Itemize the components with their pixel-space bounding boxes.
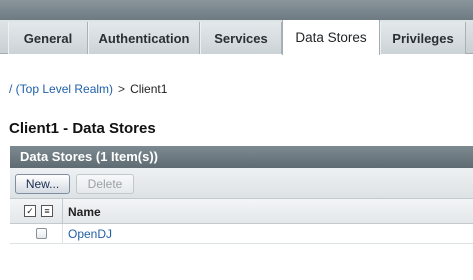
new-button[interactable]: New...	[15, 174, 70, 194]
row-checkbox-cell	[10, 224, 63, 244]
table-header: ✓ ≡ Name	[10, 199, 473, 224]
data-stores-toolbar: New... Delete	[10, 168, 473, 199]
deselect-all-icon[interactable]: ≡	[41, 205, 53, 217]
tab-bar: General Authentication Services Privileg…	[0, 20, 473, 55]
breadcrumb-current: Client1	[130, 82, 168, 96]
breadcrumb: / (Top Level Realm) > Client1	[9, 82, 167, 96]
breadcrumb-separator: >	[118, 82, 126, 96]
row-checkbox[interactable]	[36, 228, 47, 239]
tab-services[interactable]: Services	[200, 22, 282, 54]
page-title: Client1 - Data Stores	[9, 120, 156, 137]
tab-authentication[interactable]: Authentication	[88, 22, 200, 54]
data-store-link[interactable]: OpenDJ	[68, 227, 112, 241]
column-header-name[interactable]: Name	[68, 205, 101, 219]
data-stores-panel-header: Data Stores (1 Item(s))	[10, 146, 473, 168]
selection-icons-cell: ✓ ≡	[10, 199, 63, 224]
tab-privileges[interactable]: Privileges	[380, 22, 466, 54]
tab-data-stores[interactable]: Data Stores	[282, 20, 380, 55]
table-row: OpenDJ	[10, 224, 473, 244]
top-banner	[0, 0, 473, 20]
tab-general[interactable]: General	[8, 22, 88, 54]
delete-button: Delete	[76, 174, 134, 194]
select-all-icon[interactable]: ✓	[24, 205, 36, 217]
breadcrumb-root-link[interactable]: / (Top Level Realm)	[9, 82, 113, 96]
